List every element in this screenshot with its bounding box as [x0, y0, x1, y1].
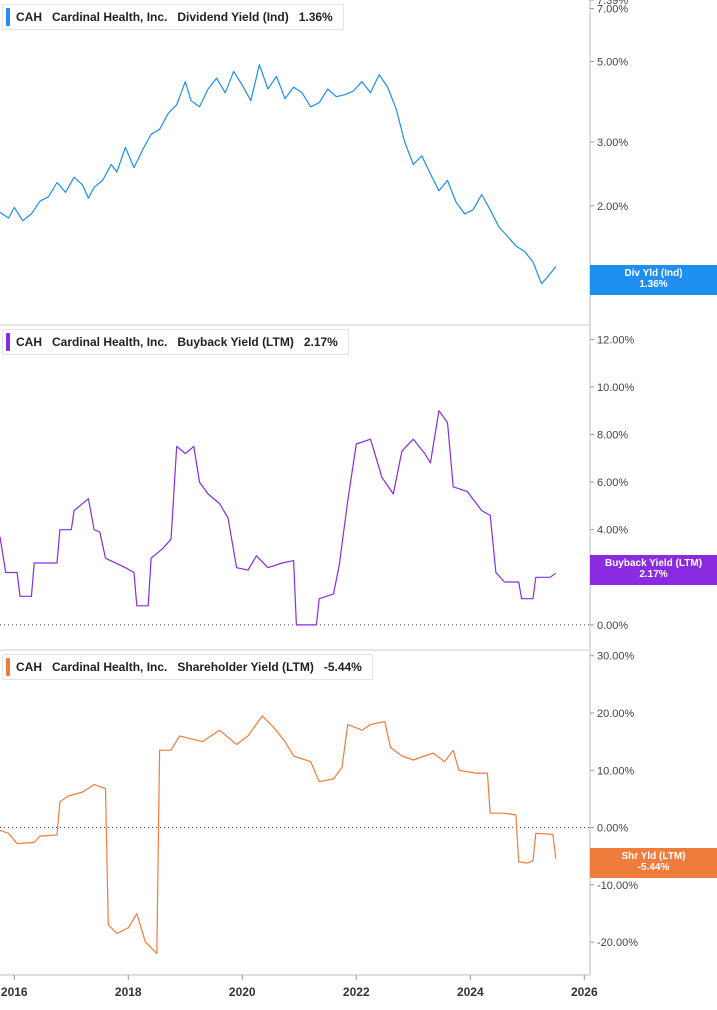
- legend-swatch: [6, 658, 10, 676]
- callout-value: 1.36%: [639, 279, 668, 290]
- x-tick-label: 2022: [343, 985, 370, 999]
- y-tick-label: 5.00%: [597, 57, 628, 69]
- legend-company: Cardinal Health, Inc.: [52, 10, 168, 24]
- legend-current-value: 1.36%: [298, 10, 333, 24]
- callout-buyback-yield: Buyback Yield (LTM) 2.17%: [590, 555, 717, 585]
- y-tick-label: -20.00%: [597, 937, 638, 949]
- legend-company: Cardinal Health, Inc.: [52, 335, 168, 349]
- legend-dividend-yield: CAH Cardinal Health, Inc. Dividend Yield…: [2, 4, 344, 30]
- y-tick-label: 30.00%: [597, 651, 635, 663]
- legend-ticker: CAH: [16, 335, 42, 349]
- y-tick-label: 10.00%: [597, 382, 635, 394]
- callout-name: Buyback Yield (LTM): [604, 558, 703, 569]
- legend-metric: Dividend Yield (Ind): [177, 10, 289, 24]
- x-tick-label: 2026: [571, 985, 598, 999]
- legend-current-value: -5.44%: [323, 660, 362, 674]
- y-tick-label: 2.00%: [597, 201, 628, 213]
- y-tick-label: 7.00%: [597, 4, 628, 16]
- y-tick-label: 0.00%: [597, 620, 628, 632]
- legend-shareholder-yield: CAH Cardinal Health, Inc. Shareholder Yi…: [2, 654, 373, 680]
- y-tick-label: 0.00%: [597, 823, 628, 835]
- y-tick-label: 3.00%: [597, 137, 628, 149]
- y-tick-label: 12.00%: [597, 334, 635, 346]
- y-tick-label: 20.00%: [597, 708, 635, 720]
- callout-value: 2.17%: [639, 569, 668, 580]
- callout-value: -5.44%: [637, 862, 670, 873]
- x-tick-label: 2018: [115, 985, 142, 999]
- y-tick-label: 8.00%: [597, 429, 628, 441]
- legend-swatch: [6, 333, 10, 351]
- series-line: [0, 410, 557, 626]
- x-tick-label: 2016: [1, 985, 28, 999]
- series-line: [0, 715, 557, 955]
- legend-buyback-yield: CAH Cardinal Health, Inc. Buyback Yield …: [2, 329, 349, 355]
- y-tick-label: -10.00%: [597, 880, 638, 892]
- x-tick-label: 2020: [229, 985, 256, 999]
- legend-company: Cardinal Health, Inc.: [52, 660, 168, 674]
- legend-ticker: CAH: [16, 10, 42, 24]
- y-tick-label: 6.00%: [597, 477, 628, 489]
- legend-metric: Shareholder Yield (LTM): [177, 660, 314, 674]
- x-tick-label: 2024: [457, 985, 484, 999]
- legend-ticker: CAH: [16, 660, 42, 674]
- y-tick-label: 4.00%: [597, 525, 628, 537]
- y-tick-label: 10.00%: [597, 765, 635, 777]
- legend-current-value: 2.17%: [303, 335, 338, 349]
- callout-dividend-yield: Div Yld (Ind) 1.36%: [590, 265, 717, 295]
- chart-root: 7.39% 7.00% 5.00% 3.00% 2.00% 12.00% 10.00% 8.0…: [0, 0, 717, 1005]
- callout-shareholder-yield: Shr Yld (LTM) -5.44%: [590, 848, 717, 878]
- callout-name: Div Yld (Ind): [624, 268, 683, 279]
- legend-swatch: [6, 8, 10, 26]
- callout-name: Shr Yld (LTM): [621, 851, 686, 862]
- legend-metric: Buyback Yield (LTM): [177, 335, 294, 349]
- series-line: [0, 64, 557, 285]
